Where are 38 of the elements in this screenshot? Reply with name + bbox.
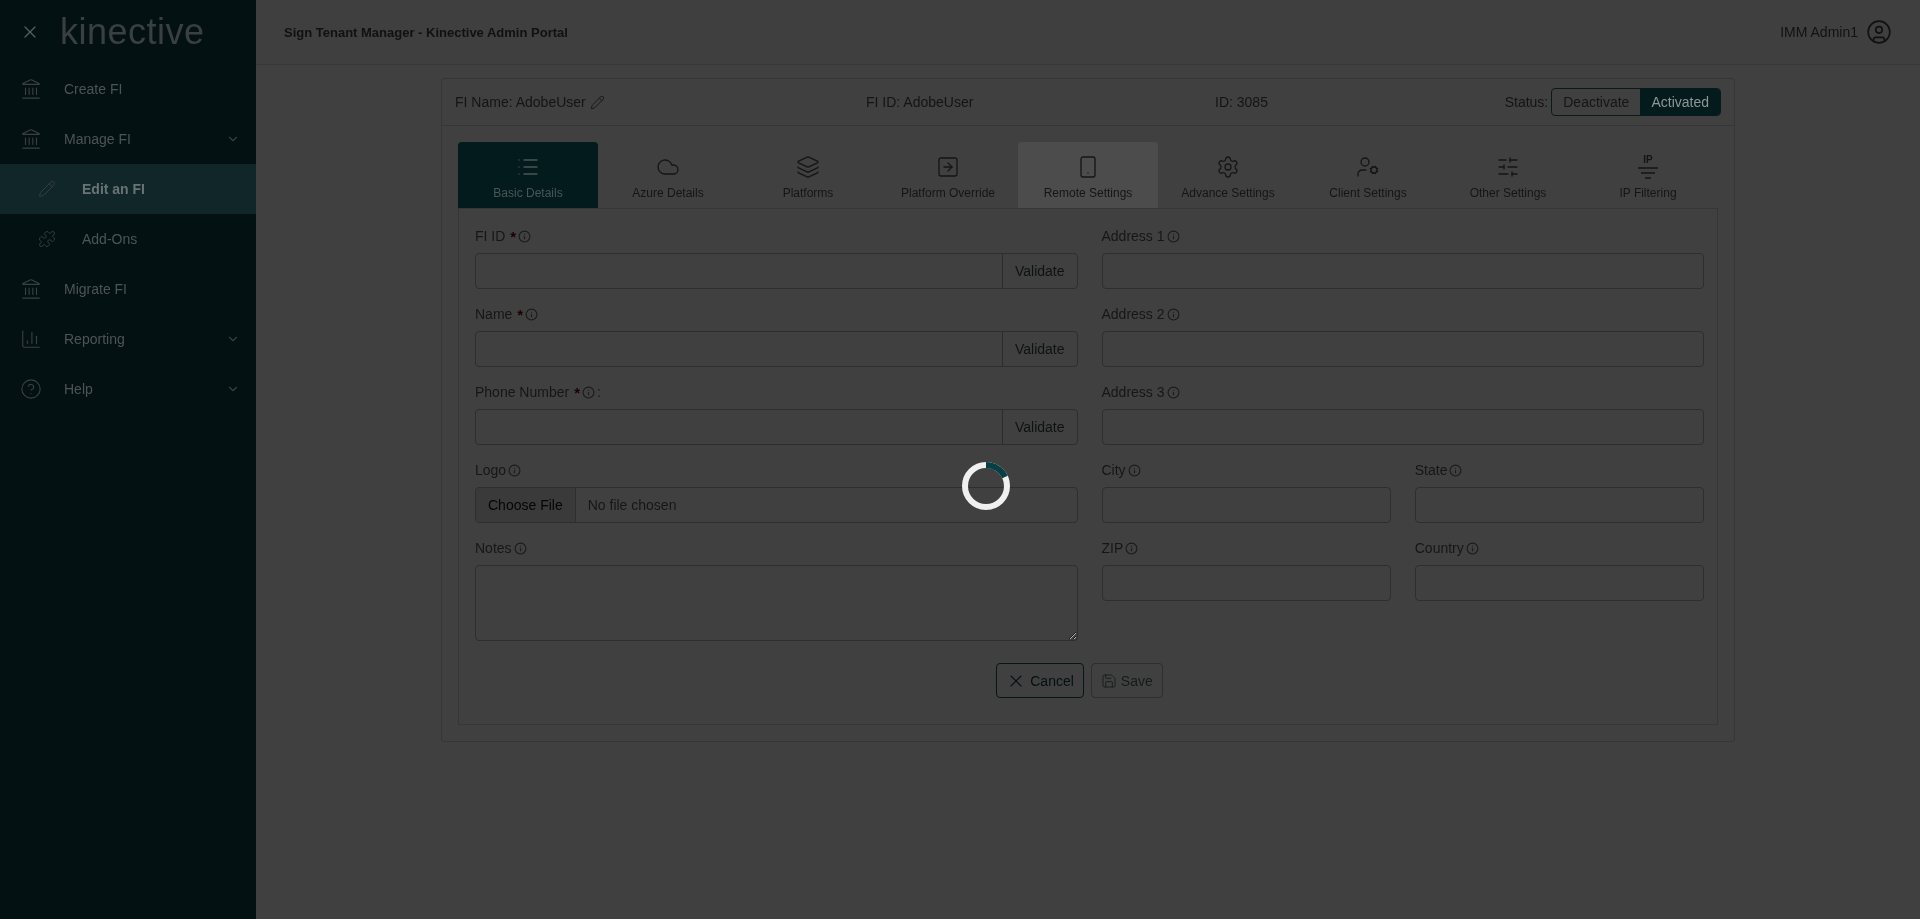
nav-icon <box>38 180 56 198</box>
nav-item[interactable]: Manage FI <box>0 114 256 164</box>
status-option[interactable]: Activated <box>1640 89 1720 115</box>
user-icon[interactable] <box>1866 19 1892 45</box>
nav-item[interactable]: Create FI <box>0 64 256 114</box>
nav-item[interactable]: Add-Ons <box>0 214 256 264</box>
tab-icon <box>1496 155 1520 179</box>
nav-item[interactable]: Migrate FI <box>0 264 256 314</box>
info-icon <box>1465 541 1479 555</box>
notes-field[interactable] <box>475 565 1078 641</box>
info-icon <box>518 229 532 243</box>
nav-item[interactable]: Reporting <box>0 314 256 364</box>
nav-icon <box>20 328 42 350</box>
nav-icon <box>38 230 56 248</box>
info-icon <box>508 463 522 477</box>
tab-icon <box>796 155 820 179</box>
nav-icon <box>20 78 42 100</box>
tab-icon <box>1216 155 1240 179</box>
nav-item[interactable]: Edit an FI <box>0 164 256 214</box>
info-icon <box>525 307 539 321</box>
info-icon <box>1449 463 1463 477</box>
tab[interactable]: Basic Details <box>458 142 598 208</box>
info-icon <box>1125 541 1139 555</box>
cancel-button[interactable]: Cancel <box>996 663 1084 698</box>
nav-item[interactable]: Help <box>0 364 256 414</box>
info-icon <box>1166 307 1180 321</box>
nav-icon <box>20 128 42 150</box>
nav-icon <box>20 378 42 400</box>
edit-icon[interactable] <box>589 94 605 110</box>
info-icon <box>582 385 595 399</box>
info-icon <box>1166 385 1180 399</box>
save-icon <box>1100 672 1117 689</box>
tab-icon <box>1356 155 1380 179</box>
info-icon <box>513 541 527 555</box>
info-icon <box>1166 229 1180 243</box>
nav-icon <box>20 278 42 300</box>
info-icon <box>1127 463 1141 477</box>
tab-icon <box>936 155 960 179</box>
